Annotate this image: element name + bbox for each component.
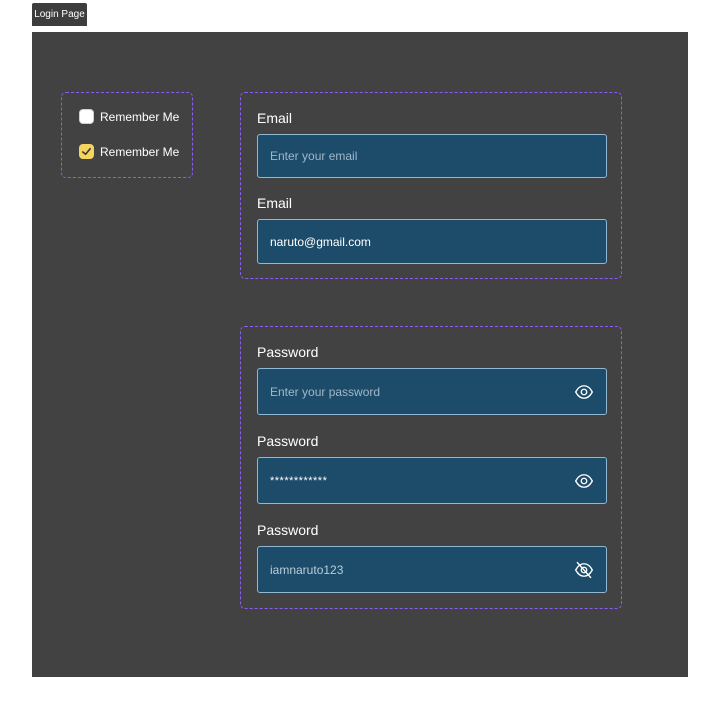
password-label: Password xyxy=(257,433,319,449)
email-field-group: Email Enter your email Email naruto@gmai… xyxy=(240,92,622,279)
remember-me-checkbox-unchecked[interactable]: Remember Me xyxy=(79,109,179,124)
password-visible-value: iamnaruto123 xyxy=(270,562,344,577)
password-placeholder: Enter your password xyxy=(270,384,381,399)
password-input-empty[interactable]: Enter your password xyxy=(257,368,607,415)
email-label: Email xyxy=(257,110,293,126)
password-label: Password xyxy=(257,344,319,360)
checkbox-label: Remember Me xyxy=(100,109,180,124)
email-placeholder: Enter your email xyxy=(270,149,358,163)
password-field-group: Password Enter your password Password **… xyxy=(240,326,622,609)
checkmark-icon xyxy=(82,147,91,156)
checkbox-unchecked[interactable] xyxy=(79,109,94,124)
eye-icon[interactable] xyxy=(574,382,594,402)
eye-icon[interactable] xyxy=(574,471,594,491)
eye-off-icon[interactable] xyxy=(574,560,594,580)
remember-me-checkbox-checked[interactable]: Remember Me xyxy=(79,144,179,159)
checkbox-checked[interactable] xyxy=(79,144,94,159)
email-value: naruto@gmail.com xyxy=(270,234,371,249)
email-input-filled[interactable]: naruto@gmail.com xyxy=(257,219,607,264)
email-input-empty[interactable]: Enter your email xyxy=(257,134,607,178)
password-masked-value: ************ xyxy=(270,474,328,487)
checkbox-label: Remember Me xyxy=(100,144,180,159)
page-tab[interactable]: Login Page xyxy=(32,3,87,26)
checkbox-group: Remember Me Remember Me xyxy=(61,92,193,178)
canvas-frame: Remember Me Remember Me Email Enter your… xyxy=(32,32,688,677)
password-label: Password xyxy=(257,522,319,538)
password-input-masked[interactable]: ************ xyxy=(257,457,607,504)
password-input-visible[interactable]: iamnaruto123 xyxy=(257,546,607,593)
email-label: Email xyxy=(257,195,293,211)
